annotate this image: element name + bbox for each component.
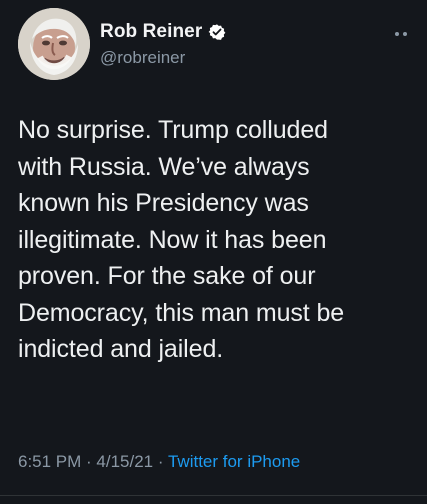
- tweet-source-link[interactable]: Twitter for iPhone: [168, 452, 300, 471]
- author-identity: Rob Reiner @robreiner: [100, 20, 360, 76]
- more-dot-icon: [403, 32, 407, 36]
- author-name[interactable]: Rob Reiner: [100, 21, 202, 43]
- tweet-metadata: 6:51 PM · 4/15/21 · Twitter for iPhone: [18, 452, 408, 478]
- name-row: Rob Reiner: [100, 20, 360, 44]
- avatar[interactable]: [18, 8, 90, 80]
- tweet-time[interactable]: 6:51 PM: [18, 452, 81, 471]
- tweet-text: No surprise. Trump colluded with Russia.…: [18, 116, 345, 363]
- more-dot-icon: [395, 32, 399, 36]
- tweet-card: Rob Reiner @robreiner No surprise. Trump…: [0, 0, 427, 504]
- more-options-icon[interactable]: [395, 30, 417, 38]
- tweet-header: Rob Reiner @robreiner: [18, 8, 409, 82]
- tweet-date[interactable]: 4/15/21: [96, 452, 153, 471]
- metadata-separator: ·: [81, 452, 97, 471]
- divider: [0, 495, 427, 496]
- metadata-separator: ·: [153, 452, 168, 471]
- avatar-photo-icon: [18, 8, 90, 80]
- author-handle[interactable]: @robreiner: [100, 48, 360, 68]
- verified-icon: [208, 23, 226, 41]
